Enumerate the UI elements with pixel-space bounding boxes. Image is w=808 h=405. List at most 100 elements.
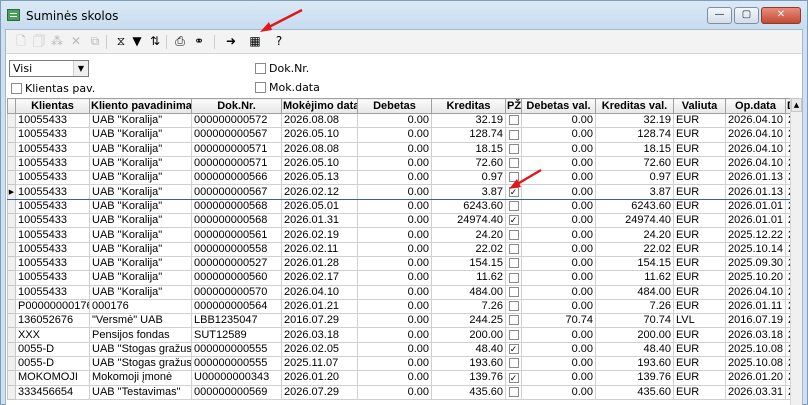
table-cell[interactable]: 0.00 xyxy=(521,284,596,300)
table-cell[interactable]: 0.00 xyxy=(521,384,596,400)
table-cell[interactable]: EUR xyxy=(673,341,726,358)
doc-nr-checkbox[interactable] xyxy=(255,63,266,74)
column-header[interactable]: Mokėjimo data xyxy=(281,98,358,114)
table-cell[interactable]: 0.00 xyxy=(357,284,432,300)
row-indicator[interactable] xyxy=(7,155,16,172)
row-indicator[interactable] xyxy=(7,112,16,129)
table-cell[interactable]: 22.02 xyxy=(595,241,674,257)
table-row[interactable]: P00000000176 000176 000000000564 2026.01.21… xyxy=(7,298,802,315)
table-cell[interactable]: 0.00 xyxy=(357,170,432,186)
table-cell[interactable]: 32.19 xyxy=(431,112,506,129)
table-cell[interactable]: 0.00 xyxy=(357,141,432,157)
table-cell[interactable]: 2025.09.30 xyxy=(725,255,786,272)
column-header[interactable]: PŽ xyxy=(505,98,522,114)
chevron-down-icon[interactable]: ▼ xyxy=(73,61,88,76)
table-cell[interactable]: SUT12589 xyxy=(191,327,282,343)
unchecked-checkbox-icon[interactable] xyxy=(508,243,519,254)
table-cell[interactable]: 2025.10.08 xyxy=(725,341,786,358)
table-cell[interactable]: 2026.01.01 xyxy=(725,198,786,215)
table-cell[interactable]: 72.60 xyxy=(431,155,506,172)
table-cell[interactable]: 7.26 xyxy=(595,298,674,315)
table-cell[interactable]: 200.00 xyxy=(431,327,506,343)
unchecked-checkbox-icon[interactable] xyxy=(508,201,519,212)
pz-checkbox-cell[interactable] xyxy=(505,384,522,400)
table-cell[interactable]: UAB "Koralija" xyxy=(89,184,192,200)
row-indicator[interactable] xyxy=(7,255,16,272)
table-cell[interactable]: 10055433 xyxy=(15,184,90,200)
table-row[interactable]: 10055433 UAB "Koralija" 000000000558 2026.0… xyxy=(7,241,802,257)
table-cell[interactable]: 000000000555 xyxy=(191,356,282,372)
table-cell[interactable]: 0.00 xyxy=(357,198,432,215)
table-cell[interactable]: 10055433 xyxy=(15,213,90,229)
unchecked-checkbox-icon[interactable] xyxy=(508,172,519,183)
pz-checkbox-cell[interactable] xyxy=(505,141,522,157)
column-header[interactable]: Klientas xyxy=(15,98,90,114)
table-cell[interactable]: EUR xyxy=(673,198,726,215)
row-indicator[interactable] xyxy=(7,127,16,143)
table-cell[interactable]: 0.00 xyxy=(521,327,596,343)
table-cell[interactable]: 0.00 xyxy=(521,213,596,229)
table-cell[interactable]: 10055433 xyxy=(15,141,90,157)
column-header[interactable]: Kliento pavadinimas xyxy=(89,98,192,114)
table-cell[interactable]: 000000000564 xyxy=(191,298,282,315)
row-indicator[interactable] xyxy=(7,141,16,157)
table-cell[interactable]: 2026.05.10 xyxy=(281,155,358,172)
table-cell[interactable]: 000000000527 xyxy=(191,255,282,272)
table-cell[interactable]: 2026.07.29 xyxy=(281,384,358,400)
table-cell[interactable]: 193.60 xyxy=(431,356,506,372)
unchecked-checkbox-icon[interactable] xyxy=(508,272,519,283)
table-cell[interactable]: 000000000560 xyxy=(191,270,282,286)
pz-checkbox-cell[interactable] xyxy=(505,270,522,286)
table-cell[interactable]: 0.00 xyxy=(521,270,596,286)
table-cell[interactable]: 2026.01.01 xyxy=(725,213,786,229)
row-indicator[interactable] xyxy=(7,356,16,372)
table-row[interactable]: 136052676 "Versmė" UAB LBB1235047 2016.07.2… xyxy=(7,313,802,329)
column-header[interactable]: Kreditas xyxy=(431,98,506,114)
table-cell[interactable]: 139.76 xyxy=(431,370,506,386)
scroll-up-arrow-icon[interactable]: ▲ xyxy=(791,98,802,112)
unchecked-checkbox-icon[interactable] xyxy=(508,158,519,169)
table-cell[interactable]: 0.00 xyxy=(521,112,596,129)
pz-checkbox-cell[interactable] xyxy=(505,227,522,243)
unchecked-checkbox-icon[interactable] xyxy=(508,315,519,326)
filter-icon[interactable]: ▼ xyxy=(130,34,144,48)
column-header[interactable]: Dok.Nr. xyxy=(191,98,282,114)
table-row[interactable]: 10055433 UAB "Koralija" 000000000571 2026.0… xyxy=(7,155,802,172)
pz-checkbox-cell[interactable]: ✓ xyxy=(505,370,522,386)
table-cell[interactable]: XXX xyxy=(15,327,90,343)
table-cell[interactable]: UAB "Koralija" xyxy=(89,155,192,172)
checked-checkbox-icon[interactable]: ✓ xyxy=(508,215,519,226)
table-cell[interactable]: 2026.01.21 xyxy=(281,298,358,315)
table-row[interactable]: MOKOMOJI Mokomoji įmonė U00000000343 2026.0… xyxy=(7,370,802,386)
copy-doc-icon[interactable]: 🗍 xyxy=(32,34,46,48)
pz-checkbox-cell[interactable]: ✓ xyxy=(505,213,522,229)
row-indicator[interactable]: ▶ xyxy=(7,184,16,200)
table-cell[interactable]: 0.00 xyxy=(521,127,596,143)
table-cell[interactable]: 0055-D xyxy=(15,341,90,358)
row-indicator[interactable] xyxy=(7,213,16,229)
table-cell[interactable]: 22.02 xyxy=(431,241,506,257)
unchecked-checkbox-icon[interactable] xyxy=(508,286,519,297)
table-cell[interactable]: 2026.03.31 xyxy=(725,384,786,400)
table-cell[interactable]: 2026.01.13 xyxy=(725,170,786,186)
table-cell[interactable]: 2026.01.20 xyxy=(281,370,358,386)
table-cell[interactable]: 2026.05.10 xyxy=(281,127,358,143)
table-row[interactable]: 333456654 UAB "Testavimas" 000000000569 202… xyxy=(7,384,802,400)
table-cell[interactable]: 2026.04.10 xyxy=(725,112,786,129)
row-indicator[interactable] xyxy=(7,227,16,243)
row-indicator[interactable] xyxy=(7,327,16,343)
table-cell[interactable]: 0055-D xyxy=(15,356,90,372)
table-cell[interactable]: UAB "Koralija" xyxy=(89,284,192,300)
table-cell[interactable]: 2026.05.13 xyxy=(281,170,358,186)
table-cell[interactable]: 0.00 xyxy=(357,298,432,315)
pz-checkbox-cell[interactable] xyxy=(505,298,522,315)
table-cell[interactable]: 0.00 xyxy=(357,313,432,329)
delete-icon[interactable]: ✕ xyxy=(69,34,83,48)
mok-data-filter[interactable]: Mok.data xyxy=(255,81,320,94)
table-cell[interactable]: 000000000555 xyxy=(191,341,282,358)
pz-checkbox-cell[interactable] xyxy=(505,356,522,372)
table-cell[interactable]: 0.97 xyxy=(595,170,674,186)
table-cell[interactable]: 24974.40 xyxy=(595,213,674,229)
table-cell[interactable]: 139.76 xyxy=(595,370,674,386)
table-row[interactable]: 10055433 UAB "Koralija" 000000000572 2026.0… xyxy=(7,112,802,129)
